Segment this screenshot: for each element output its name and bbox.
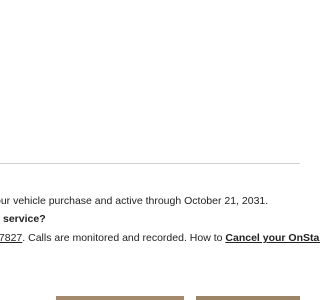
promo-image-left (56, 296, 184, 300)
calls-monitored-text: . Calls are monitored and recorded. How … (22, 232, 226, 244)
plan-expiration-text: our vehicle purchase and active through … (0, 195, 269, 207)
promo-image-right (196, 296, 300, 300)
calls-info-text: .7827. Calls are monitored and recorded.… (0, 231, 320, 245)
phone-number-link[interactable]: .7827 (0, 232, 22, 244)
cancel-onstar-link[interactable]: Cancel your OnStar (225, 232, 320, 244)
service-question-heading: r service? (0, 213, 46, 225)
image-strip (56, 296, 300, 300)
section-divider (0, 163, 300, 164)
